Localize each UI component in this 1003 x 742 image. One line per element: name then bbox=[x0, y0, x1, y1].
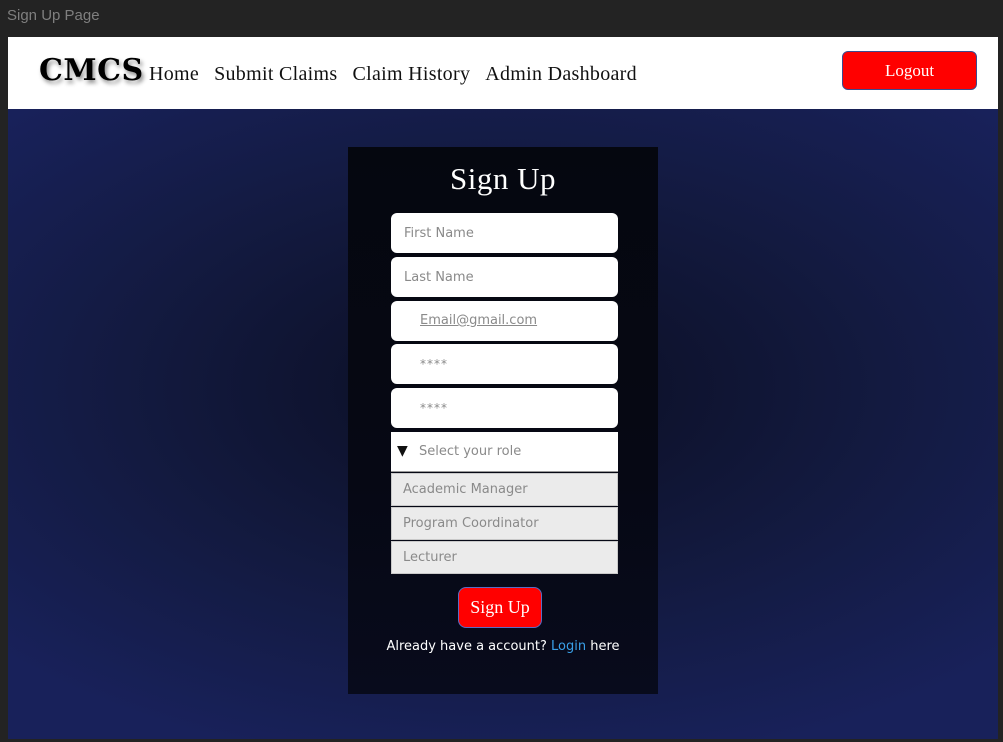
password-input[interactable]: **** bbox=[391, 344, 618, 384]
signup-button[interactable]: Sign Up bbox=[458, 587, 542, 628]
role-select-placeholder: Select your role bbox=[419, 444, 522, 459]
role-option-lecturer[interactable]: Lecturer bbox=[391, 541, 618, 574]
login-prompt-text: Already have a account? bbox=[386, 639, 547, 654]
nav-link-home[interactable]: Home bbox=[149, 63, 199, 86]
nav-link-admin-dashboard[interactable]: Admin Dashboard bbox=[485, 63, 637, 86]
window-title: Sign Up Page bbox=[7, 7, 100, 24]
first-name-field-wrapper bbox=[391, 213, 618, 253]
login-link[interactable]: Login bbox=[551, 639, 586, 654]
navbar: CMCS Home Submit Claims Claim History Ad… bbox=[8, 37, 998, 109]
first-name-input[interactable] bbox=[391, 213, 618, 253]
nav-link-claim-history[interactable]: Claim History bbox=[352, 63, 470, 86]
logout-button[interactable]: Logout bbox=[842, 51, 977, 90]
role-option-academic-manager[interactable]: Academic Manager bbox=[391, 473, 618, 506]
nav-links: Home Submit Claims Claim History Admin D… bbox=[149, 63, 637, 86]
brand-logo[interactable]: CMCS bbox=[39, 53, 144, 88]
last-name-field-wrapper bbox=[391, 257, 618, 297]
last-name-input[interactable] bbox=[391, 257, 618, 297]
role-options-list: Academic Manager Program Coordinator Lec… bbox=[391, 473, 618, 575]
dropdown-arrow-icon: ▼ bbox=[397, 443, 408, 459]
email-value: Email@gmail.com bbox=[420, 313, 538, 328]
login-prompt-suffix: here bbox=[590, 639, 620, 654]
form-title: Sign Up bbox=[450, 161, 556, 196]
window-titlebar: Sign Up Page bbox=[0, 0, 1003, 37]
signup-card: Sign Up Email@gmail.com **** **** ▼ Sele… bbox=[348, 147, 658, 694]
role-select[interactable]: ▼ Select your role bbox=[391, 432, 618, 472]
app-viewport: CMCS Home Submit Claims Claim History Ad… bbox=[8, 37, 998, 739]
confirm-password-input[interactable]: **** bbox=[391, 388, 618, 428]
role-option-program-coordinator[interactable]: Program Coordinator bbox=[391, 507, 618, 540]
email-input[interactable]: Email@gmail.com bbox=[391, 301, 618, 341]
login-prompt: Already have a account? Login here bbox=[348, 639, 658, 654]
nav-link-submit-claims[interactable]: Submit Claims bbox=[214, 63, 337, 86]
password-mask: **** bbox=[420, 357, 448, 371]
confirm-password-mask: **** bbox=[420, 401, 448, 415]
